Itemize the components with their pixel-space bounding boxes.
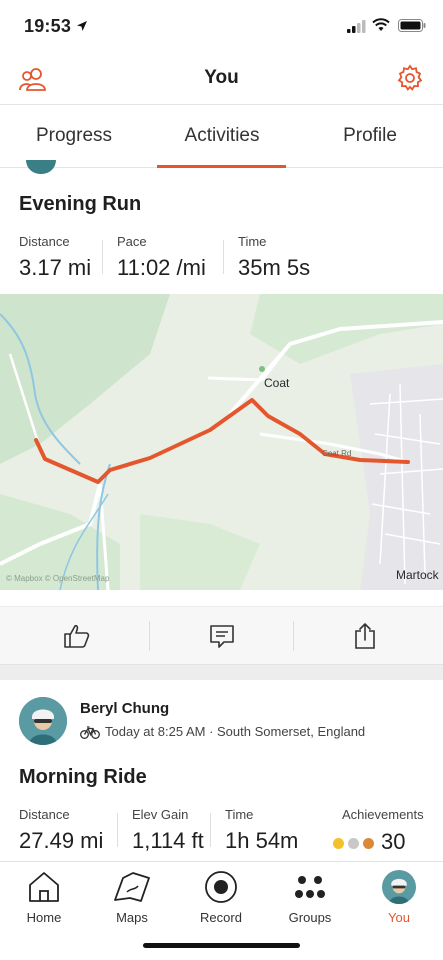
share-icon[interactable] bbox=[350, 621, 380, 651]
nav-label: Groups bbox=[288, 910, 332, 925]
nav-groups[interactable]: Groups bbox=[266, 868, 354, 925]
home-icon bbox=[29, 872, 59, 902]
stat-value: 11:02 /mi bbox=[117, 255, 206, 280]
achievements-row: 30 bbox=[333, 829, 405, 855]
wifi-icon bbox=[372, 18, 390, 31]
gold-medal-icon bbox=[333, 837, 344, 849]
stat-distance: Distance 3.17 mi bbox=[19, 234, 91, 281]
bike-icon bbox=[80, 725, 100, 739]
stat-label: Time bbox=[238, 234, 267, 249]
stat-label: Distance bbox=[19, 234, 70, 249]
active-tab-indicator bbox=[157, 165, 286, 168]
tab-profile[interactable]: Profile bbox=[296, 105, 443, 168]
stat-divider bbox=[102, 240, 103, 274]
stat-elev-gain: Elev Gain 1,114 ft bbox=[132, 807, 204, 854]
stat-value: 1h 54m bbox=[225, 828, 299, 853]
stat-time: Time 35m 5s bbox=[238, 234, 310, 281]
road-label: Coat Rd bbox=[322, 449, 351, 458]
activity-map[interactable]: Coat Rd Coat Martock bbox=[0, 294, 443, 590]
stat-value: 1,114 ft bbox=[132, 828, 204, 853]
nav-label: Maps bbox=[116, 910, 148, 925]
road bbox=[207, 376, 263, 382]
map-attribution: © Mapbox © OpenStreetMap bbox=[6, 574, 110, 583]
stat-value: 27.49 mi bbox=[19, 828, 104, 853]
activity-meta-text: Today at 8:25 AM · South Somerset, Engla… bbox=[105, 724, 366, 739]
activity-title[interactable]: Evening Run bbox=[19, 193, 141, 216]
map-icon bbox=[114, 872, 150, 902]
activity-actions bbox=[0, 606, 443, 664]
action-divider bbox=[293, 621, 294, 651]
stat-label: Elev Gain bbox=[132, 807, 189, 822]
cellular-signal-icon bbox=[347, 20, 366, 33]
action-divider bbox=[149, 621, 150, 651]
map-graphic: Coat Rd bbox=[0, 294, 443, 590]
athlete-name[interactable]: Beryl Chung bbox=[80, 700, 169, 717]
avatar bbox=[26, 160, 56, 174]
nav-label: Home bbox=[26, 910, 62, 925]
profile-tabs: Progress Activities Profile bbox=[0, 104, 443, 168]
map-place-label: Coat bbox=[264, 376, 290, 390]
stat-label: Pace bbox=[117, 234, 147, 249]
nav-label: Record bbox=[200, 910, 242, 925]
record-icon bbox=[205, 871, 237, 903]
map-poi bbox=[259, 366, 265, 372]
stat-divider bbox=[117, 813, 118, 847]
map-place-label: Martock bbox=[396, 568, 439, 582]
tab-activities[interactable]: Activities bbox=[148, 105, 296, 168]
stat-pace: Pace 11:02 /mi bbox=[117, 234, 206, 281]
comment-icon[interactable] bbox=[207, 621, 237, 651]
activity-meta: Today at 8:25 AM · South Somerset, Engla… bbox=[80, 724, 365, 739]
achievement-count: 30 bbox=[381, 829, 406, 854]
stat-distance: Distance 27.49 mi bbox=[19, 807, 103, 854]
page-title: You bbox=[204, 67, 239, 88]
bronze-medal-icon bbox=[363, 837, 374, 849]
activity-title[interactable]: Morning Ride bbox=[19, 766, 147, 789]
status-time: 19:53 bbox=[24, 16, 72, 36]
nav-maps[interactable]: Maps bbox=[88, 868, 176, 925]
groups-icon bbox=[295, 876, 325, 898]
stat-value: 35m 5s bbox=[238, 255, 311, 280]
tab-progress[interactable]: Progress bbox=[0, 105, 148, 168]
stat-achievements: Achievements bbox=[342, 807, 424, 822]
nav-you[interactable]: You bbox=[355, 868, 443, 925]
avatar[interactable] bbox=[19, 697, 67, 745]
nav-label: You bbox=[388, 910, 410, 925]
stat-label: Achievements bbox=[342, 807, 424, 822]
stat-divider bbox=[210, 813, 211, 847]
stat-time: Time 1h 54m bbox=[225, 807, 298, 854]
stat-label: Time bbox=[225, 807, 254, 822]
home-indicator bbox=[143, 943, 300, 948]
stat-label: Distance bbox=[19, 807, 70, 822]
status-bar: 19:53 bbox=[0, 0, 443, 54]
avatar bbox=[382, 870, 416, 904]
settings-gear-icon[interactable] bbox=[396, 64, 424, 92]
nav-home[interactable]: Home bbox=[0, 868, 88, 925]
silver-medal-icon bbox=[348, 837, 359, 849]
battery-icon bbox=[398, 19, 426, 32]
location-arrow-icon bbox=[77, 21, 87, 31]
nav-record[interactable]: Record bbox=[177, 868, 265, 925]
kudos-thumbs-up-icon[interactable] bbox=[62, 621, 92, 651]
top-nav: You bbox=[0, 54, 443, 104]
feed-separator bbox=[0, 664, 443, 680]
stat-divider bbox=[223, 240, 224, 274]
stat-value: 3.17 mi bbox=[19, 255, 92, 280]
